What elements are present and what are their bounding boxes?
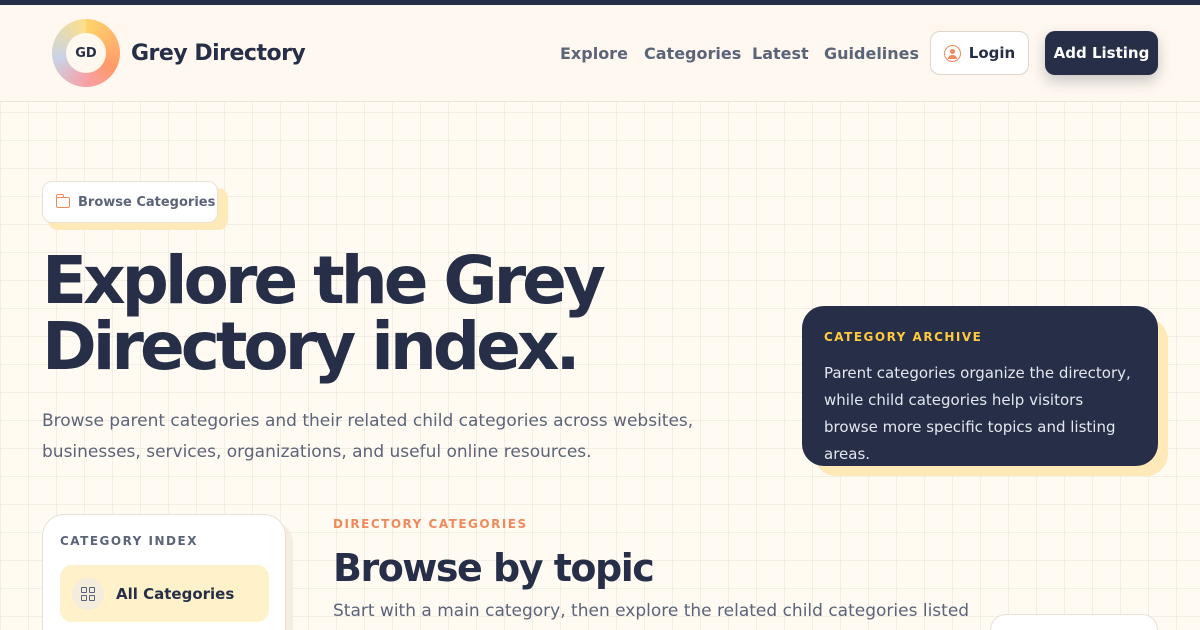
nav-guidelines[interactable]: Guidelines (824, 44, 919, 63)
brand-name[interactable]: Grey Directory (131, 41, 306, 66)
folder-icon (55, 193, 70, 208)
all-categories-label: All Categories (116, 584, 235, 603)
user-icon (943, 44, 961, 62)
all-categories-item[interactable]: All Categories (60, 565, 269, 622)
logo[interactable]: GD (52, 19, 120, 87)
nav-explore[interactable]: Explore (560, 44, 628, 63)
logo-text: GD (66, 33, 106, 73)
hero-title: Explore the Grey Directory index. (42, 242, 606, 385)
browse-by-topic-title: Browse by topic (333, 546, 655, 590)
archive-text: Parent categories organize the directory… (824, 364, 1131, 463)
login-label: Login (968, 44, 1016, 62)
browse-by-topic-subtitle: Start with a main category, then explore… (333, 601, 970, 621)
archive-label: CATEGORY ARCHIVE (824, 330, 983, 344)
nav-latest[interactable]: Latest (752, 44, 809, 63)
category-index-label: CATEGORY INDEX (60, 534, 198, 548)
add-listing-button[interactable]: Add Listing (1045, 31, 1158, 75)
login-button[interactable]: Login (930, 31, 1029, 75)
category-index-card: CATEGORY INDEX All Categories (42, 514, 286, 630)
directory-categories-eyebrow: DIRECTORY CATEGORIES (333, 517, 528, 531)
category-archive-card: CATEGORY ARCHIVE Parent categories organ… (802, 306, 1158, 466)
hero-subtitle: Browse parent categories and their relat… (42, 411, 694, 462)
grid-icon (72, 577, 104, 610)
pill-label: Browse Categories (78, 194, 216, 210)
site-header: GD Grey Directory Explore Categories Lat… (0, 5, 1200, 102)
category-card-peek (990, 614, 1158, 630)
browse-categories-pill[interactable]: Browse Categories (42, 181, 218, 223)
nav-categories[interactable]: Categories (644, 44, 741, 63)
